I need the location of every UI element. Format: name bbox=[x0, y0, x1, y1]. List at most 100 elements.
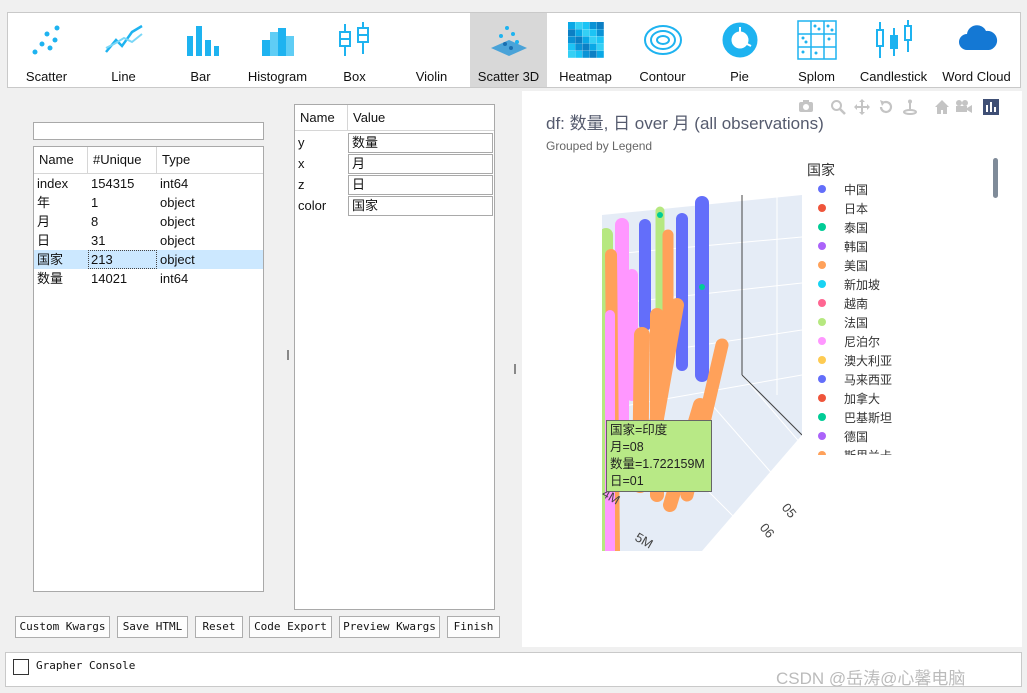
save-html-button[interactable]: Save HTML bbox=[117, 616, 188, 638]
column-cell-type: int64 bbox=[160, 271, 189, 286]
plot-panel[interactable]: df: 数量, 日 over 月 (all observations) Grou… bbox=[522, 91, 1022, 647]
right-splitter-handle[interactable] bbox=[514, 364, 516, 374]
header-name[interactable]: Name bbox=[34, 147, 88, 173]
legend-label: 芬兰 bbox=[844, 487, 869, 501]
legend-scrollbar[interactable] bbox=[993, 158, 998, 198]
legend-marker bbox=[818, 223, 826, 231]
kwarg-name: y bbox=[298, 135, 305, 150]
legend-marker bbox=[818, 318, 826, 326]
chart-type-violin-button[interactable]: Violin bbox=[393, 13, 470, 87]
scatter-3d-icon bbox=[487, 18, 531, 62]
bar-icon bbox=[179, 18, 223, 62]
column-cell-unique: 1 bbox=[91, 195, 99, 210]
kwarg-value-field[interactable]: 国家 bbox=[348, 196, 493, 216]
chart-type-box-button[interactable]: Box bbox=[316, 13, 393, 87]
chart-type-toolbar: Scatter Line Bar Histogram Box Violin Scatter … bbox=[7, 12, 1021, 88]
histogram-icon bbox=[256, 18, 300, 62]
kwarg-value-field[interactable]: 日 bbox=[348, 175, 493, 195]
chart-type-scatter-button[interactable]: Scatter bbox=[8, 13, 85, 87]
kwargs-header: Name Value bbox=[295, 105, 494, 131]
chart-type-pie-button[interactable]: Pie bbox=[701, 13, 778, 87]
legend-label: 法国 bbox=[844, 316, 869, 330]
column-cell-unique: 154315 bbox=[91, 176, 135, 191]
kwarg-value-field[interactable]: 月 bbox=[348, 154, 493, 174]
kwargs-table: Name Value y 数量 x 月 z 日 color 国家 bbox=[294, 104, 495, 610]
chart-type-splom-button[interactable]: Splom bbox=[778, 13, 855, 87]
grapher-console-label: Grapher Console bbox=[36, 659, 136, 672]
chart-type-histogram-button[interactable]: Histogram bbox=[239, 13, 316, 87]
column-row-0[interactable]: index 154315 int64 bbox=[34, 174, 263, 193]
legend-label: 马来西亚 bbox=[844, 373, 893, 387]
reset-button[interactable]: Reset bbox=[195, 616, 243, 638]
kwarg-name: color bbox=[298, 198, 327, 213]
chart-type-label: Candlestick bbox=[859, 69, 928, 84]
header-type[interactable]: Type bbox=[157, 147, 263, 173]
legend-label: 中国 bbox=[844, 183, 869, 197]
column-filter-input[interactable] bbox=[33, 122, 264, 140]
column-cell-type: int64 bbox=[160, 176, 189, 191]
left-splitter-handle[interactable] bbox=[287, 350, 289, 360]
column-row-5[interactable]: 数量 14021 int64 bbox=[34, 269, 263, 288]
custom-kwargs-button[interactable]: Custom Kwargs bbox=[15, 616, 110, 638]
chart-type-label: Histogram bbox=[247, 69, 308, 84]
legend-marker bbox=[818, 508, 826, 516]
preview-kwargs-button[interactable]: Preview Kwargs bbox=[339, 616, 440, 638]
chart-type-label: Violin bbox=[415, 69, 448, 84]
kwarg-row-x: x月 bbox=[295, 153, 494, 174]
legend-label: 日本 bbox=[844, 202, 869, 216]
chart-type-label: Splom bbox=[798, 69, 835, 84]
column-cell-unique: 14021 bbox=[91, 271, 128, 286]
chart-type-bar-button[interactable]: Bar bbox=[162, 13, 239, 87]
chart-type-line-button[interactable]: Line bbox=[85, 13, 162, 87]
column-row-1[interactable]: 年 1 object bbox=[34, 193, 263, 212]
chart-type-label: Heatmap bbox=[559, 69, 612, 84]
legend-marker bbox=[818, 337, 826, 345]
chart-type-label: Box bbox=[343, 69, 366, 84]
legend-marker bbox=[818, 527, 826, 535]
column-row-3[interactable]: 日 31 object bbox=[34, 231, 263, 250]
column-cell-name: 日 bbox=[37, 233, 51, 248]
header-unique[interactable]: #Unique bbox=[88, 147, 157, 173]
splom-icon bbox=[795, 18, 839, 62]
legend-label: 菲律宾 bbox=[844, 525, 881, 539]
code-export-button[interactable]: Code Export bbox=[249, 616, 332, 638]
chart-type-label: Bar bbox=[190, 69, 211, 84]
legend-label: 比利时 bbox=[844, 544, 881, 551]
finish-button[interactable]: Finish bbox=[447, 616, 500, 638]
chart-type-contour-button[interactable]: Contour bbox=[624, 13, 701, 87]
kwarg-name: z bbox=[298, 177, 305, 192]
legend-marker bbox=[818, 489, 826, 497]
tooltip-day: 日=01 bbox=[610, 474, 644, 488]
scatter-icon bbox=[25, 18, 69, 62]
legend-label: 尼泊尔 bbox=[844, 335, 881, 349]
legend-label: 新加坡 bbox=[844, 278, 881, 292]
watermark: CSDN @岳涛@心馨电脑 bbox=[776, 669, 966, 688]
column-cell-unique: 31 bbox=[91, 233, 106, 248]
chart-type-scatter-3d-button[interactable]: Scatter 3D bbox=[470, 13, 547, 87]
violin-icon bbox=[410, 18, 454, 62]
kwarg-name: x bbox=[298, 156, 305, 171]
chart-type-candlestick-button[interactable]: Candlestick bbox=[855, 13, 932, 87]
legend-marker bbox=[818, 394, 826, 402]
legend-marker bbox=[818, 356, 826, 364]
column-list-table[interactable]: Name #Unique Type index 154315 int64 年 1 obje… bbox=[33, 146, 264, 592]
kwarg-value-field[interactable]: 数量 bbox=[348, 133, 493, 153]
legend-label: 泰国 bbox=[844, 221, 869, 235]
chart-type-label: Scatter bbox=[25, 69, 68, 84]
legend-marker bbox=[818, 280, 826, 288]
grapher-console-checkbox[interactable] bbox=[13, 659, 29, 675]
chart-type-label: Line bbox=[111, 69, 136, 84]
column-cell-name: 数量 bbox=[37, 271, 64, 286]
column-cell-name: 年 bbox=[37, 195, 51, 210]
legend-label: 加拿大 bbox=[844, 392, 881, 406]
column-row-2[interactable]: 月 8 object bbox=[34, 212, 263, 231]
column-row-4[interactable]: 国家 213 object bbox=[34, 250, 263, 269]
kwarg-row-y: y 数量 bbox=[295, 132, 494, 153]
chart-type-word-cloud-button[interactable]: Word Cloud bbox=[932, 13, 1021, 87]
chart-type-label: Pie bbox=[730, 69, 749, 84]
column-cell-name: 月 bbox=[37, 214, 51, 229]
box-icon bbox=[333, 18, 377, 62]
chart-type-heatmap-button[interactable]: Heatmap bbox=[547, 13, 624, 87]
tooltip-quantity: 数量=1.722159M bbox=[610, 457, 705, 471]
legend-label: 阿联酋 bbox=[844, 468, 881, 482]
